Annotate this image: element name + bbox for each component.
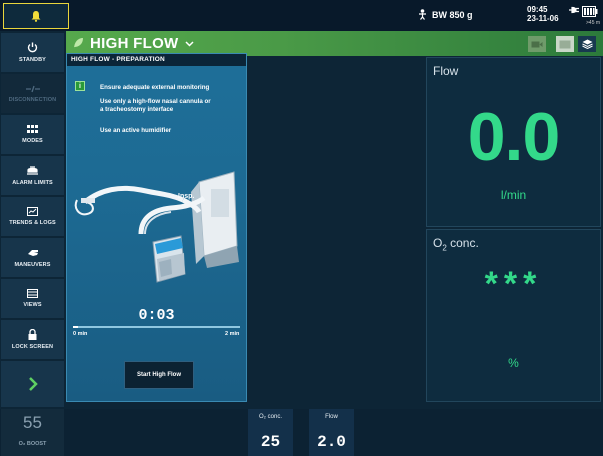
progress-max-label: 2 min [225,331,240,337]
o2-label-rest: conc. [446,236,479,250]
sidebar-item-views[interactable]: VIEWS [1,279,64,318]
trends-icon [27,207,38,216]
sidebar: STANDBY DISCONNECTION MODES ALARM LIMITS [0,31,66,409]
battery-remaining-text: >45 m [586,20,601,26]
body-weight-indicator: BW 850 g [418,9,473,20]
sidebar-item-label: VIEWS [23,302,42,308]
lock-icon [28,329,37,340]
o2-value: *** [484,265,543,303]
screen-icon [559,40,571,48]
flow-label: Flow [433,64,459,78]
preparation-progress [73,326,240,328]
chevron-down-icon [185,40,194,47]
prep-instruction: Ensure adequate external monitoring [100,84,210,91]
power-status: >45 m [569,6,600,26]
sidebar-item-trends-logs[interactable]: TRENDS & LOGS [1,197,64,236]
o2-monitor-panel: O2 conc. *** % [426,229,601,402]
top-bar: BW 850 g 09:45 23-11-06 >45 m [0,0,603,31]
alarm-limits-icon [27,165,38,175]
flow-monitor-panel: Flow 0.0 l/min [426,57,601,227]
prep-instruction: Use only a high-flow nasal cannula or [100,98,211,105]
sidebar-item-disconnection[interactable]: DISCONNECTION [1,74,64,113]
setting-flow[interactable]: Flow 2.0 [309,409,354,456]
ventilator-screen: BW 850 g 09:45 23-11-06 >45 m STANDBY DI… [0,0,603,456]
plug-icon [569,6,579,14]
sidebar-item-label: DISCONNECTION [8,96,57,103]
setting-o2-conc[interactable]: O₂ conc. 25 [248,409,293,456]
info-icon: i [75,81,85,91]
o2-boost-value: 55 [23,413,42,432]
flow-unit: l/min [500,188,527,202]
setting-value: 25 [260,433,281,451]
mode-selector[interactable]: HIGH FLOW [74,35,194,52]
sidebar-item-maneuvers[interactable]: MANEUVERS [1,238,64,277]
alarm-silence-button[interactable] [3,3,69,29]
sidebar-item-alarm-limits[interactable]: ALARM LIMITS [1,156,64,195]
setting-label: Flow [325,414,338,420]
progress-min-label: 0 min [73,331,88,337]
time-text: 09:45 [527,5,548,14]
camera-button[interactable] [528,36,546,52]
grid-icon [27,125,38,133]
bell-icon [31,11,41,22]
baby-icon [419,9,426,20]
camera-icon [531,41,543,47]
sidebar-next-button[interactable] [1,361,64,407]
preparation-panel: HIGH FLOW - PREPARATION i Ensure adequat… [66,53,247,402]
bottom-bar: 55 O₂ BOOST O₂ conc. 25 Flow 2.0 [0,409,603,456]
progress-fill [73,326,78,328]
sidebar-item-modes[interactable]: MODES [1,115,64,154]
layers-button[interactable] [578,36,596,52]
chevron-right-icon [28,377,38,391]
start-high-flow-button[interactable]: Start High Flow [124,361,194,389]
diagram-label: Insp. [178,193,195,200]
clock: 09:45 23-11-06 [527,5,559,23]
date-text: 23-11-06 [527,14,559,23]
layers-icon [581,39,593,49]
o2-boost-button[interactable]: 55 O₂ BOOST [1,409,64,456]
hand-icon [27,249,38,256]
setting-value: 2.0 [317,433,346,451]
prep-instruction: Use an active humidifier [100,127,172,134]
o2-label: O2 conc. [433,236,479,252]
leaf-icon [74,38,83,49]
sidebar-item-label: MODES [22,138,43,144]
power-icon [27,42,38,53]
preparation-title: HIGH FLOW - PREPARATION [67,54,246,66]
setting-label: O₂ conc. [258,414,282,420]
sidebar-item-label: STANDBY [19,57,46,63]
o2-unit: % [508,356,519,370]
humidifier-diagram [74,171,239,283]
prep-instruction: a tracheostomy interface [100,106,174,113]
preparation-timer: 0:03 [138,307,175,324]
sidebar-item-label: LOCK SCREEN [11,344,54,350]
sidebar-item-label: ALARM LIMITS [12,179,53,186]
body-weight-text: BW 850 g [432,9,473,20]
sidebar-item-label: TRENDS & LOGS [9,220,56,226]
mode-title-text: HIGH FLOW [90,35,179,52]
screen-button[interactable] [556,36,574,52]
sidebar-item-standby[interactable]: STANDBY [1,33,64,72]
sidebar-item-label: MANEUVERS [14,261,51,268]
o2-label-main: O [433,236,443,250]
sidebar-item-lock-screen[interactable]: LOCK SCREEN [1,320,64,359]
disconnection-icon [25,85,40,92]
battery-icon [582,6,598,17]
o2-boost-label: O₂ BOOST [18,441,47,447]
views-icon [27,289,38,298]
flow-value: 0.0 [467,99,561,175]
